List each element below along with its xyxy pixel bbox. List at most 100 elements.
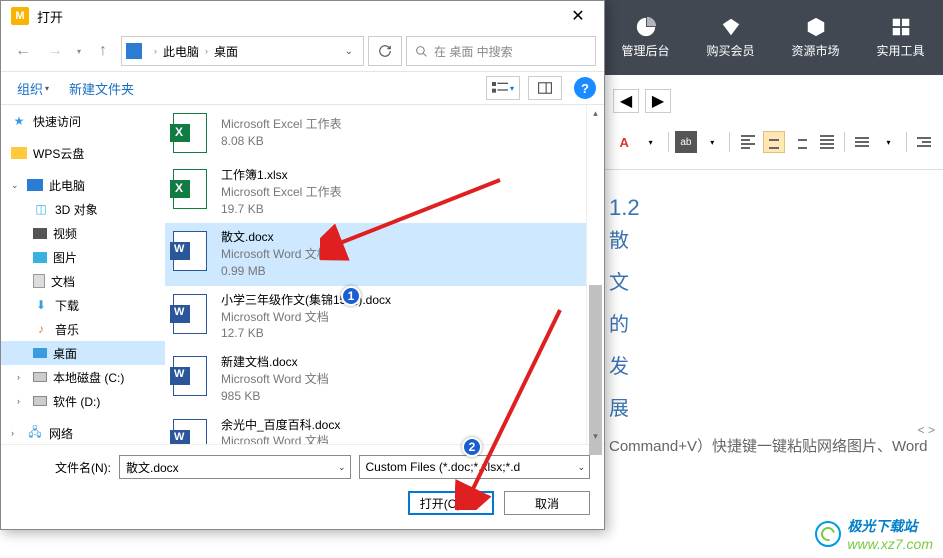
url-back-button[interactable]: ◀ <box>613 89 639 113</box>
watermark-logo-icon <box>815 521 841 547</box>
file-item[interactable]: 新建文档.docxMicrosoft Word 文档985 KB <box>165 348 586 410</box>
word-icon <box>173 294 207 334</box>
refresh-button[interactable] <box>368 36 402 66</box>
video-icon <box>33 228 47 239</box>
cube-icon <box>805 16 827 38</box>
sidebar: ★快速访问 WPS云盘 ⌄此电脑 ◫3D 对象 视频 图片 文档 ⬇下载 ♪音乐… <box>1 105 165 444</box>
annotation-badge-1: 1 <box>341 286 361 306</box>
document-content: 1.2 散 文 的 发 展 Command+V）快捷键一键粘贴网络图片、Word <box>605 170 943 459</box>
sidebar-item-disk-d[interactable]: ›软件 (D:) <box>1 389 165 413</box>
toolbar-item-market[interactable]: 资源市场 <box>773 0 858 75</box>
file-item-selected[interactable]: 散文.docxMicrosoft Word 文档0.99 MB <box>165 223 586 285</box>
list-dropdown[interactable]: ▾ <box>877 131 899 153</box>
close-button[interactable]: ✕ <box>558 2 598 30</box>
sidebar-this-pc[interactable]: ⌄此电脑 <box>1 173 165 197</box>
filetype-dropdown[interactable]: Custom Files (*.doc;*.xlsx;*.d⌄ <box>359 455 591 479</box>
star-icon: ★ <box>11 113 27 129</box>
app-icon: M <box>11 7 29 25</box>
annotation-badge-2: 2 <box>462 437 482 457</box>
pc-icon <box>27 179 43 191</box>
align-center-button[interactable] <box>763 131 785 153</box>
desktop-icon <box>33 348 47 358</box>
file-open-dialog: M 打开 ✕ ← → ▾ ↑ › 此电脑 › 桌面 ⌄ 在 桌面 中搜索 组织▾… <box>0 0 605 530</box>
file-item[interactable]: 工作簿1.xlsxMicrosoft Excel 工作表19.7 KB <box>165 161 586 223</box>
view-icon <box>492 82 508 94</box>
grid-icon <box>890 16 912 38</box>
align-right-button[interactable] <box>789 131 811 153</box>
sidebar-item-disk-c[interactable]: ›本地磁盘 (C:) <box>1 365 165 389</box>
help-button[interactable]: ? <box>574 77 596 99</box>
sidebar-item-desktop[interactable]: 桌面 <box>1 341 165 365</box>
address-bar[interactable]: › 此电脑 › 桌面 ⌄ <box>121 36 364 66</box>
organize-button[interactable]: 组织▾ <box>9 75 57 102</box>
editor-ribbon: ◀ ▶ A ▾ ab ▾ ▾ <box>605 75 943 170</box>
font-color-dropdown[interactable]: ▾ <box>639 131 661 153</box>
disk-icon <box>33 372 47 382</box>
file-item[interactable]: Microsoft Excel 工作表8.08 KB <box>165 105 586 161</box>
highlight-button[interactable]: ab <box>675 131 697 153</box>
download-icon: ⬇ <box>33 297 49 313</box>
highlight-dropdown[interactable]: ▾ <box>701 131 723 153</box>
dialog-title: 打开 <box>37 7 63 26</box>
search-input[interactable]: 在 桌面 中搜索 <box>406 36 596 66</box>
open-button[interactable]: 打开(O)�│▾ <box>408 491 494 515</box>
toolbar-label: 购买会员 <box>706 42 754 59</box>
image-icon <box>33 252 47 263</box>
scroll-up[interactable]: ▴ <box>587 105 604 121</box>
url-fwd-button[interactable]: ▶ <box>645 89 671 113</box>
word-icon <box>173 356 207 396</box>
sidebar-network[interactable]: ›🖧网络 <box>1 421 165 444</box>
network-icon: 🖧 <box>27 425 43 441</box>
view-mode-button[interactable]: ▾ <box>486 76 520 100</box>
indent-button[interactable] <box>913 131 935 153</box>
paste-hint: Command+V）快捷键一键粘贴网络图片、Word <box>605 425 943 459</box>
sidebar-item-videos[interactable]: 视频 <box>1 221 165 245</box>
toolbar-item-buy[interactable]: 购买会员 <box>688 0 773 75</box>
excel-icon <box>173 113 207 153</box>
pie-icon <box>635 16 657 38</box>
filename-input[interactable]: 散文.docx⌄ <box>119 455 351 479</box>
sidebar-quick-access[interactable]: ★快速访问 <box>1 109 165 133</box>
sidebar-item-downloads[interactable]: ⬇下载 <box>1 293 165 317</box>
word-icon <box>173 231 207 271</box>
nav-fwd-button[interactable]: → <box>41 37 69 65</box>
sidebar-wps-cloud[interactable]: WPS云盘 <box>1 141 165 165</box>
sidebar-item-3d[interactable]: ◫3D 对象 <box>1 197 165 221</box>
path-dropdown[interactable]: ⌄ <box>339 46 359 57</box>
nav-back-button[interactable]: ← <box>9 37 37 65</box>
scrollbar[interactable]: ▴ ▾ <box>586 105 604 444</box>
refresh-icon <box>378 44 392 58</box>
folder-icon <box>11 147 27 159</box>
sidebar-item-music[interactable]: ♪音乐 <box>1 317 165 341</box>
align-justify-button[interactable] <box>816 131 838 153</box>
cancel-button[interactable]: 取消 <box>504 491 590 515</box>
dialog-titlebar: M 打开 ✕ <box>1 1 604 31</box>
dialog-toolbar: 组织▾ 新建文件夹 ▾ ? <box>1 71 604 105</box>
word-icon <box>173 419 207 444</box>
toolbar-label: 管理后台 <box>621 42 669 59</box>
sidebar-item-pictures[interactable]: 图片 <box>1 245 165 269</box>
filename-label: 文件名(N): <box>15 459 111 476</box>
watermark-url: www.xz7.com <box>847 536 933 552</box>
toolbar-item-admin[interactable]: 管理后台 <box>603 0 688 75</box>
file-item[interactable]: 余光中_百度百科.docxMicrosoft Word 文档17.8 KB <box>165 411 586 444</box>
heading-number: 1.2 <box>605 190 943 225</box>
file-item[interactable]: 小学三年级作文(集锦15篇).docxMicrosoft Word 文档12.7… <box>165 286 586 348</box>
doc-icon <box>33 274 45 288</box>
nav-history-dropdown[interactable]: ▾ <box>73 47 85 56</box>
align-left-button[interactable] <box>736 131 758 153</box>
watermark: 极光下载站 www.xz7.com <box>815 516 933 552</box>
preview-pane-button[interactable] <box>528 76 562 100</box>
sidebar-item-documents[interactable]: 文档 <box>1 269 165 293</box>
chevron-icon: › <box>205 46 208 56</box>
path-seg[interactable]: 此电脑 <box>163 43 199 60</box>
toolbar-item-tools[interactable]: 实用工具 <box>858 0 943 75</box>
new-folder-button[interactable]: 新建文件夹 <box>61 75 142 102</box>
pager[interactable]: < > <box>918 423 935 437</box>
font-color-button[interactable]: A <box>613 131 635 153</box>
nav-up-button[interactable]: ↑ <box>89 37 117 65</box>
chevron-icon: › <box>154 46 157 56</box>
path-seg[interactable]: 桌面 <box>214 43 238 60</box>
list-bullet-button[interactable] <box>851 131 873 153</box>
scroll-down[interactable]: ▾ <box>587 428 604 444</box>
